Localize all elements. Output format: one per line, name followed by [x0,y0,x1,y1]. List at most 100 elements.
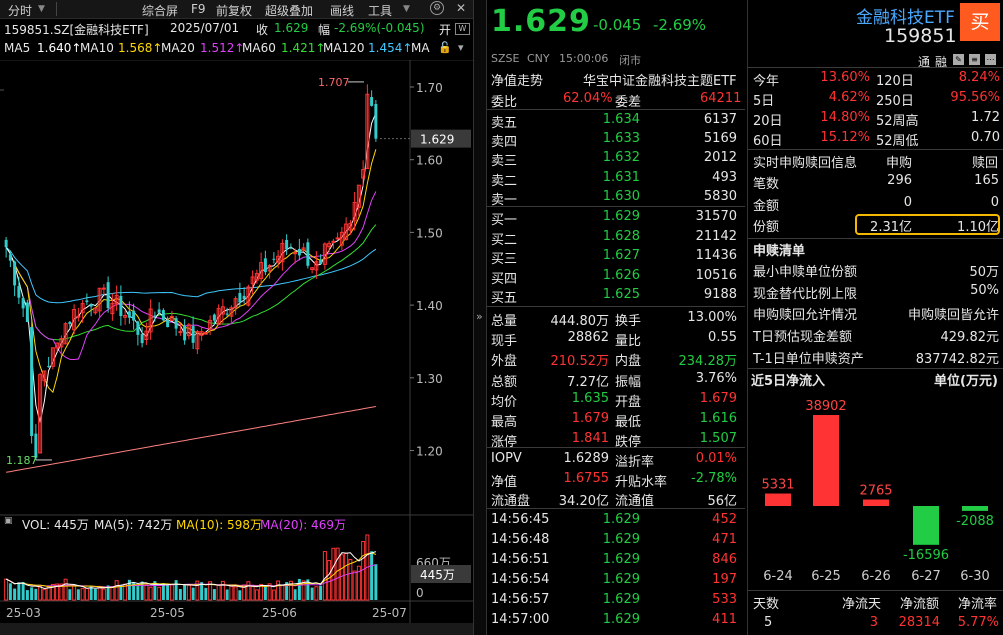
stat-value: 444.80万 [550,314,610,329]
chevron-down-icon[interactable]: ▾ [458,41,464,54]
candle-body-down [25,302,29,323]
candle-body-down [17,286,21,298]
summary-value: 5.77% [957,615,999,630]
stat-value: 1.507 [699,431,737,447]
toolbar-item-tools[interactable]: 工具 [368,2,392,19]
stat-label: 现手 [491,334,518,350]
perf-row: 今年 13.60% 120日 8.24% [748,68,1003,89]
order-volume: 31570 [695,209,737,224]
stat-row: 最高 1.679 最低 1.616 [487,409,745,430]
candle-body-down [13,261,17,286]
ma5-label: MA5 [4,41,31,55]
y-tick-label: 1.60 [416,154,443,168]
sell-order-row: 卖一 1.630 5830 [487,187,745,208]
settings-icon[interactable]: ⚙ [430,1,444,15]
y-tick-label: 1.20 [416,445,443,459]
tick-volume: 471 [712,532,737,547]
stat-value: 210.52万 [550,354,610,370]
ma10-label: MA10 [80,41,114,55]
tick-price: 1.629 [602,532,640,547]
candle-body-down [157,309,161,313]
toolbar-item-timeshare[interactable]: 分时 [8,2,32,19]
lock-icon[interactable]: 🔓 [438,41,452,54]
panel-splitter[interactable]: » [473,0,487,635]
currency-label: CNY [527,52,550,65]
fund-name: 华宝中证金融科技主题ETF [583,74,737,89]
volume-bar-up [280,584,285,601]
volume-bar-up [339,554,344,601]
stat-label: 总额 [491,374,518,390]
volume-bar-up [344,553,349,601]
candle-body-down [47,366,51,368]
order-price: 1.632 [602,150,640,166]
price-change-pct: -2.69% [653,16,707,34]
volume-bar-down [25,590,29,600]
flow-category-label: 6-30 [960,569,990,584]
stat-label: 外盘 [491,354,518,370]
perf-row: 5日 4.62% 250日 95.56% [748,88,1003,109]
flow-bar [813,415,839,506]
buy-order-row: 买一 1.629 31570 [487,207,745,228]
volume-bar-down [238,590,242,600]
order-price: 1.626 [602,267,640,283]
chevron-down-icon[interactable]: ▼ [38,4,45,14]
volume-bar-down [263,585,267,600]
edit-icon[interactable]: ✎ [953,54,964,65]
flow-unit: 单位(万元) [934,374,998,389]
chevron-down-icon[interactable]: ▼ [403,4,410,14]
flow-category-label: 6-24 [763,569,793,584]
toolbar-item-forward-adjust[interactable]: 前复权 [216,2,252,19]
stat-value: 34.20亿 [558,494,609,510]
candle-body-down [136,321,140,335]
order-price: 1.631 [602,169,640,185]
order-price: 1.627 [602,248,640,264]
order-label: 买二 [491,232,518,248]
perf-label: 52周高 [876,114,919,129]
volume-bar-down [13,588,17,600]
flow-category-label: 6-26 [861,569,891,584]
volume-bar-up [271,589,276,601]
toolbar-item-overlay[interactable]: 超级叠加 [265,2,313,19]
toolbar-item-draw[interactable]: 画线 [330,2,354,19]
stat-row: 现手 28862 量比 0.55 [487,328,745,350]
buy-order-row: 买五 1.625 9188 [487,285,745,307]
vol-zero-label: 0 [416,586,424,600]
high-price-label: 1.707 [318,76,350,89]
order-label: 买五 [491,291,518,307]
etf-info-panel: 金融科技ETF 159851 买 通 融 ✎ ≡ ⋯ 今年 13.60% 120日 8… [747,0,1003,635]
expand-icon[interactable]: » [476,310,483,323]
toolbar-item-f9[interactable]: F9 [191,2,206,16]
volume-bar-up [42,589,47,601]
perf-value: 95.56% [950,90,1000,105]
vol-ma10: MA(10): 598万 [176,518,262,532]
nav-row: 净值走势 华宝中证金融科技主题ETF [487,68,745,89]
window-icon[interactable]: W [455,23,470,35]
ma120-label: MA120 [323,41,365,55]
collapse-icon[interactable]: ▣ [4,516,13,526]
list-icon[interactable]: ≡ [969,54,980,65]
flow-bar [863,499,889,506]
y-tick-label: 1.50 [416,226,443,240]
tick-row: 14:56:48 1.629 471 [487,530,745,550]
more-icon[interactable]: ⋯ [985,54,996,65]
candle-body-down [140,334,144,344]
stat-value: 1.679 [699,390,737,406]
volume-bar-up [348,558,353,601]
buy-button[interactable]: 买 [960,3,1000,41]
stat-value: 13.00% [687,310,737,325]
symbol-label: 159851.SZ[金融科技ETF] [4,23,149,37]
volume-bar-up [276,580,281,601]
nav-trend-link[interactable]: 净值走势 [491,70,543,89]
tick-price: 1.629 [602,572,640,587]
tick-time: 14:56:54 [491,572,550,587]
close-icon[interactable]: ✕ [456,1,466,15]
stat-label: 均价 [491,394,518,410]
bottom-tab-strip [0,623,473,635]
toolbar-item-composite[interactable]: 综合屏 [142,2,178,19]
summary-value: 3 [869,615,878,630]
volume-bar-down [93,588,97,600]
tick-volume: 533 [712,592,737,607]
candle-body-down [85,300,89,303]
kline-chart[interactable]: 1.701.601.501.401.301.201.7071.1871.6296… [0,60,473,635]
candle-body-down [238,293,242,303]
